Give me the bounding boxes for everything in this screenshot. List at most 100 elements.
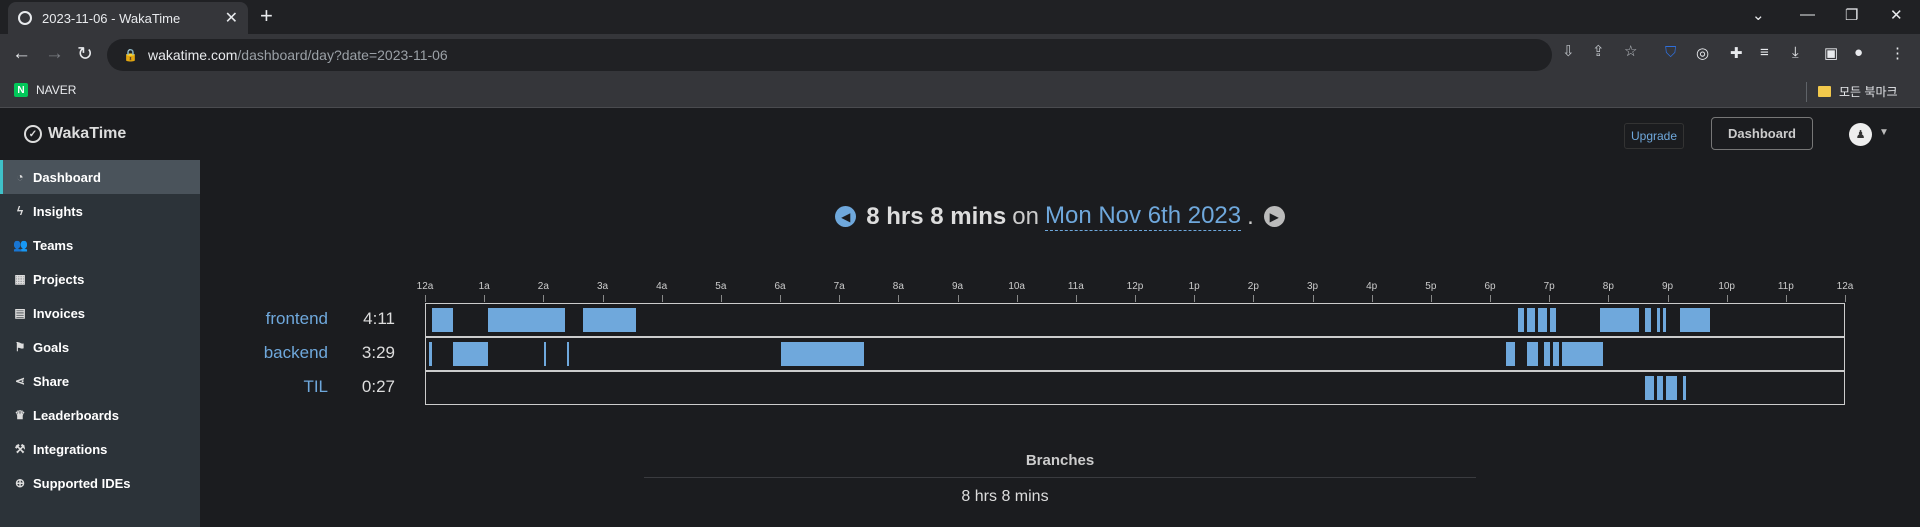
activity-segment[interactable] [1644,308,1651,332]
sidebar-item-goals[interactable]: ⚑ Goals [0,330,200,364]
project-name-link[interactable]: frontend [200,309,328,329]
bookmark-star-icon[interactable]: ☆ [1624,42,1637,60]
axis-tick-mark [484,295,486,302]
sidebar-item-supported-ides[interactable]: ⊕ Supported IDEs [0,466,200,500]
activity-segment[interactable] [452,342,489,366]
activity-segment[interactable] [1544,342,1551,366]
side-panel-icon[interactable]: ▣ [1824,44,1838,62]
sidebar-item-integrations[interactable]: ⚒ Integrations [0,432,200,466]
sidebar-item-share[interactable]: ⋖ Share [0,364,200,398]
sidebar-item-projects[interactable]: ▦ Projects [0,262,200,296]
back-icon[interactable]: ← [12,43,31,65]
sidebar-item-label: Dashboard [33,169,101,185]
browser-tab-bar: 2023-11-06 - WakaTime ✕ + ⌄ — ❐ ✕ [0,0,1920,34]
media-control-icon[interactable]: ≡ [1760,44,1769,61]
minimize-icon[interactable]: — [1800,6,1815,23]
all-bookmarks-button[interactable]: 모든 북마크 [1818,83,1898,100]
sidebar-item-insights[interactable]: ϟ Insights [0,194,200,228]
sidebar-item-invoices[interactable]: ▤ Invoices [0,296,200,330]
bookmark-label: NAVER [36,83,77,97]
activity-segment[interactable] [431,308,453,332]
wakatime-logo[interactable]: ✓ WakaTime [24,125,126,143]
activity-segment[interactable] [544,342,547,366]
activity-segment[interactable] [1553,342,1560,366]
project-row-til: TIL 0:27 [200,371,1920,405]
new-tab-icon[interactable]: + [260,4,273,28]
trophy-icon: ♛ [14,408,26,422]
avatar[interactable]: ♟ [1849,123,1872,146]
close-tab-icon[interactable]: ✕ [225,8,238,28]
activity-segment[interactable] [1538,308,1548,332]
forward-icon[interactable]: → [45,43,64,65]
date-picker-link[interactable]: Mon Nov 6th 2023 [1044,202,1242,231]
install-icon[interactable]: ⇩ [1562,42,1575,60]
activity-segment[interactable] [1600,308,1639,332]
axis-tick-label: 10a [1008,281,1025,292]
extension-glasses-icon[interactable]: ◎ [1696,44,1709,62]
sidebar-item-leaderboards[interactable]: ♛ Leaderboards [0,398,200,432]
menu-kebab-icon[interactable]: ⋮ [1890,44,1905,62]
url-field[interactable]: 🔒 wakatime.com/dashboard/day?date=2023-1… [107,39,1552,71]
profile-icon[interactable]: ● [1854,44,1863,61]
tab-title: 2023-11-06 - WakaTime [42,10,181,26]
axis-tick-mark [1430,295,1432,302]
tab-search-icon[interactable]: ⌄ [1752,6,1765,24]
activity-segment[interactable] [1683,376,1687,400]
downloads-icon[interactable]: ⤓ [1792,44,1799,61]
project-name-link[interactable]: backend [200,343,328,363]
activity-segment[interactable] [488,308,545,332]
axis-tick-label: 11p [1777,281,1794,292]
activity-segment[interactable] [1526,308,1536,332]
on-text: on [1012,202,1039,230]
next-day-icon[interactable]: ▶ [1263,206,1285,227]
sidebar-item-dashboard[interactable]: ◔ Dashboard [0,160,200,194]
logo-text: WakaTime [48,125,127,142]
period-text: . [1247,202,1254,230]
dashboard-button[interactable]: Dashboard [1711,117,1813,150]
bookmark-naver[interactable]: N NAVER [14,83,76,97]
day-summary-heading: ◀ 8 hrs 8 mins on Mon Nov 6th 2023 . ▶ [200,202,1920,231]
chevron-down-icon[interactable]: ▼ [1879,127,1889,138]
sidebar-item-label: Insights [33,203,83,219]
axis-tick-mark [898,295,900,302]
activity-segment[interactable] [1644,376,1654,400]
upgrade-button[interactable]: Upgrade [1624,123,1685,149]
prev-day-icon[interactable]: ◀ [835,206,857,227]
activity-segment[interactable] [1680,308,1710,332]
activity-segment[interactable] [582,308,637,332]
close-window-icon[interactable]: ✕ [1890,6,1903,24]
activity-segment[interactable] [1656,308,1660,332]
axis-tick-label: 9p [1661,281,1674,292]
browser-tab[interactable]: 2023-11-06 - WakaTime ✕ [8,2,248,34]
activity-segment[interactable] [1550,308,1557,332]
bookmarks-bar: N NAVER 모든 북마크 [0,76,1920,108]
activity-segment[interactable] [566,342,570,366]
project-row-backend: backend 3:29 [200,337,1920,371]
share-page-icon[interactable]: ⇪ [1592,42,1605,60]
activity-segment[interactable] [544,308,566,332]
axis-tick-mark [1667,295,1669,302]
activity-segment[interactable] [1517,308,1524,332]
activity-segment[interactable] [1665,376,1678,400]
axis-tick-mark [839,295,841,302]
sidebar-item-teams[interactable]: 👥 Teams [0,228,200,262]
axis-tick-label: 4a [656,281,668,292]
axis-tick-label: 3p [1306,281,1319,292]
project-name-link[interactable]: TIL [200,377,328,397]
wakatime-logo-icon: ✓ [24,125,42,143]
flag-icon: ⚑ [14,340,26,354]
axis-tick-mark [1785,295,1787,302]
activity-segment[interactable] [781,342,864,366]
restore-icon[interactable]: ❐ [1845,6,1858,24]
activity-segment[interactable] [1526,342,1539,366]
activity-segment[interactable] [1505,342,1515,366]
activity-segment[interactable] [1656,376,1663,400]
bookmarks-divider [1806,82,1807,102]
bitwarden-icon[interactable]: ⛉ [1665,44,1676,61]
activity-segment[interactable] [1662,308,1666,332]
activity-segment[interactable] [428,342,432,366]
branches-title: Branches [644,452,1476,478]
activity-segment[interactable] [1562,342,1604,366]
reload-icon[interactable]: ↻ [77,43,93,66]
extensions-puzzle-icon[interactable]: ✚ [1730,44,1743,62]
